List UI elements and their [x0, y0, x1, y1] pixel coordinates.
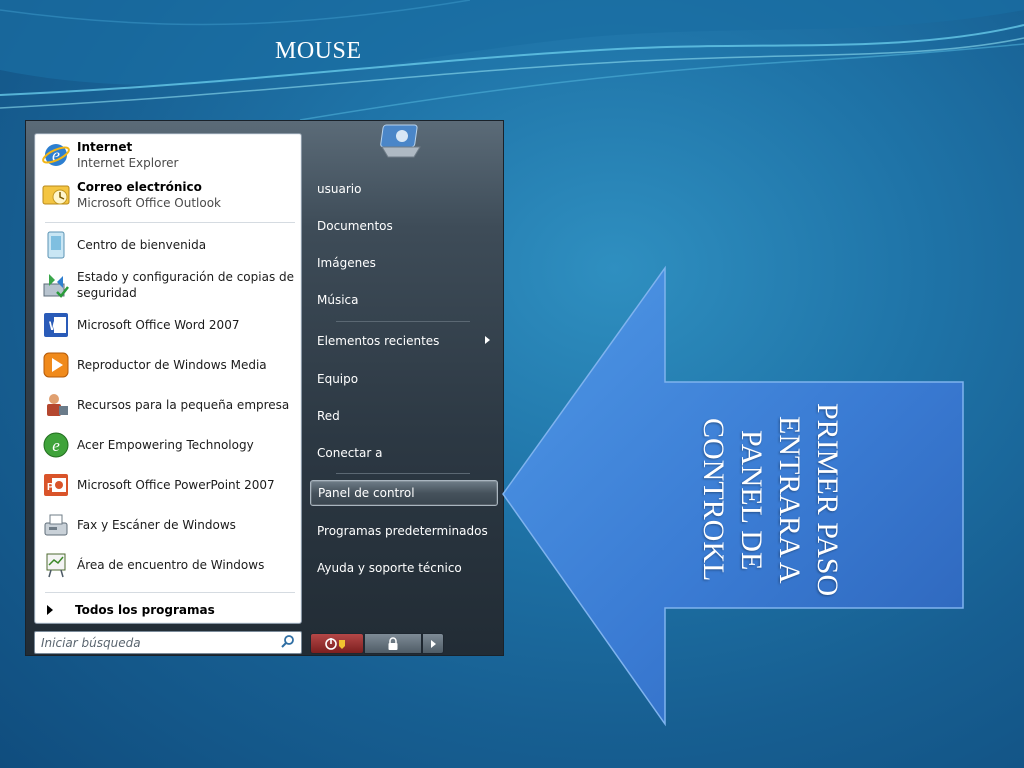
right-item-label: Elementos recientes: [317, 334, 440, 348]
search-icon[interactable]: [281, 633, 295, 652]
program-label: Acer Empowering Technology: [77, 438, 254, 452]
program-label: Fax y Escáner de Windows: [77, 518, 236, 532]
right-item-red[interactable]: Red: [310, 403, 498, 429]
internet-explorer-icon: e: [39, 138, 73, 172]
search-placeholder: Iniciar búsqueda: [41, 635, 141, 650]
start-menu: e Internet Internet Explorer Correo elect…: [25, 120, 504, 656]
all-programs-button[interactable]: Todos los programas: [41, 600, 291, 620]
meeting-space-icon: [39, 548, 73, 582]
divider: [45, 222, 295, 223]
divider: [336, 321, 470, 322]
program-small-business[interactable]: Recursos para la pequeña empresa: [39, 388, 299, 422]
program-email[interactable]: Correo electrónico Microsoft Office Outlo…: [39, 178, 299, 212]
shutdown-options-button[interactable]: [422, 633, 444, 654]
program-acer[interactable]: e Acer Empowering Technology: [39, 428, 299, 462]
program-backup[interactable]: Estado y configuración de copias de segu…: [39, 268, 299, 302]
small-business-icon: [39, 388, 73, 422]
right-item-programas[interactable]: Programas predeterminados: [310, 518, 498, 544]
outlook-icon: [39, 178, 73, 212]
program-subtitle: Internet Explorer: [77, 156, 179, 170]
powerpoint-icon: P: [39, 468, 73, 502]
program-fax-scanner[interactable]: Fax y Escáner de Windows: [39, 508, 299, 542]
right-item-equipo[interactable]: Equipo: [310, 366, 498, 392]
program-powerpoint[interactable]: P Microsoft Office PowerPoint 2007: [39, 468, 299, 502]
power-button[interactable]: [310, 633, 364, 654]
welcome-center-icon: [39, 228, 73, 262]
program-welcome-center[interactable]: Centro de bienvenida: [39, 228, 299, 262]
program-label: Recursos para la pequeña empresa: [77, 398, 290, 412]
program-title: Internet: [77, 140, 133, 154]
right-item-panel-de-control[interactable]: Panel de control: [310, 480, 498, 506]
acer-icon: e: [39, 428, 73, 462]
fax-icon: [39, 508, 73, 542]
program-label: Estado y configuración de copias de segu…: [77, 270, 295, 300]
right-item-recent[interactable]: Elementos recientes: [310, 328, 498, 354]
svg-text:P: P: [47, 482, 54, 493]
svg-text:e: e: [52, 436, 60, 455]
divider: [336, 473, 470, 474]
media-player-icon: [39, 348, 73, 382]
right-item-documentos[interactable]: Documentos: [310, 213, 498, 239]
chevron-right-icon: [47, 605, 53, 615]
backup-icon: [39, 268, 73, 302]
program-title: Correo electrónico: [77, 180, 202, 194]
program-label: Área de encuentro de Windows: [77, 558, 265, 572]
program-label: Microsoft Office Word 2007: [77, 318, 240, 332]
program-label: Microsoft Office PowerPoint 2007: [77, 478, 275, 492]
lock-icon: [388, 636, 398, 650]
program-label: Reproductor de Windows Media: [77, 358, 267, 372]
right-item-imagenes[interactable]: Imágenes: [310, 250, 498, 276]
word-icon: W: [39, 308, 73, 342]
program-subtitle: Microsoft Office Outlook: [77, 196, 221, 210]
program-label: Centro de bienvenida: [77, 238, 207, 252]
lock-button[interactable]: [364, 633, 422, 654]
search-input[interactable]: Iniciar búsqueda: [34, 631, 302, 654]
power-icon: [325, 637, 345, 650]
arrow-instruction-text: PRIMER PASO ENTRARA A PANEL DE CONTROKL: [697, 403, 844, 597]
right-item-usuario[interactable]: usuario: [310, 176, 498, 202]
pinned-programs-pane: e Internet Internet Explorer Correo elect…: [34, 133, 302, 624]
program-internet[interactable]: e Internet Internet Explorer: [39, 138, 299, 172]
svg-text:W: W: [49, 319, 61, 333]
right-item-musica[interactable]: Música: [310, 287, 498, 313]
divider: [45, 592, 295, 593]
program-meeting-space[interactable]: Área de encuentro de Windows: [39, 548, 299, 582]
right-item-conectar[interactable]: Conectar a: [310, 440, 498, 466]
user-picture-icon[interactable]: [372, 121, 430, 161]
all-programs-label: Todos los programas: [75, 603, 215, 617]
chevron-right-icon: [430, 639, 436, 648]
slide-title: MOUSE: [275, 38, 362, 64]
header-waves: [0, 0, 1024, 121]
program-media-player[interactable]: Reproductor de Windows Media: [39, 348, 299, 382]
chevron-right-icon: [485, 336, 490, 344]
right-item-ayuda[interactable]: Ayuda y soporte técnico: [310, 555, 498, 581]
program-word[interactable]: W Microsoft Office Word 2007: [39, 308, 299, 342]
